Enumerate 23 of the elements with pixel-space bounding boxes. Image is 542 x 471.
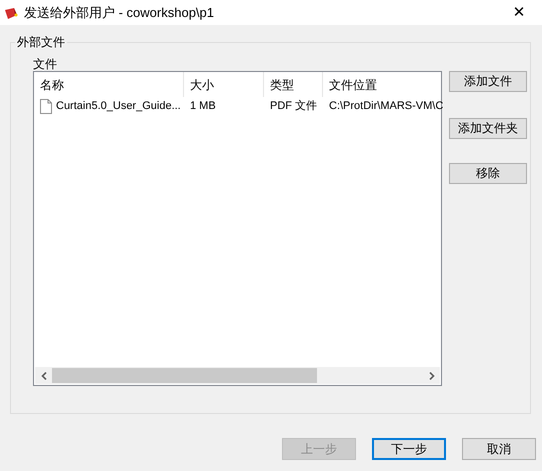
horizontal-scrollbar[interactable] (35, 367, 440, 384)
file-name[interactable]: Curtain5.0_User_Guide... (56, 98, 181, 114)
scroll-left-icon[interactable] (40, 372, 46, 380)
window-title: 发送给外部用户 - coworkshop\p1 (24, 4, 214, 22)
column-header[interactable]: 类型 (264, 72, 323, 97)
scrollbar-thumb[interactable] (52, 368, 317, 383)
side-button[interactable]: 添加文件夹 (449, 118, 527, 139)
dialog-button[interactable]: 下一步 (372, 438, 446, 460)
scroll-right-icon[interactable] (428, 372, 434, 380)
document-icon (40, 98, 52, 114)
table-cell-text: 1 MB (189, 98, 217, 114)
table-cell-text: C:\ProtDir\MARS-VM\C (328, 98, 441, 114)
side-button[interactable]: 移除 (449, 163, 527, 184)
dialog-button[interactable]: 取消 (462, 438, 536, 460)
app-icon (4, 6, 18, 20)
group-title: 外部文件 (15, 33, 67, 51)
column-header[interactable]: 大小 (184, 72, 264, 97)
files-label: 文件 (33, 57, 58, 71)
side-button[interactable]: 添加文件 (449, 71, 527, 92)
close-button[interactable]: ✕ (496, 0, 542, 25)
column-header[interactable]: 名称 (34, 72, 184, 97)
table-cell-text: PDF 文件 (269, 98, 318, 114)
column-header[interactable]: 文件位置 (323, 72, 441, 97)
